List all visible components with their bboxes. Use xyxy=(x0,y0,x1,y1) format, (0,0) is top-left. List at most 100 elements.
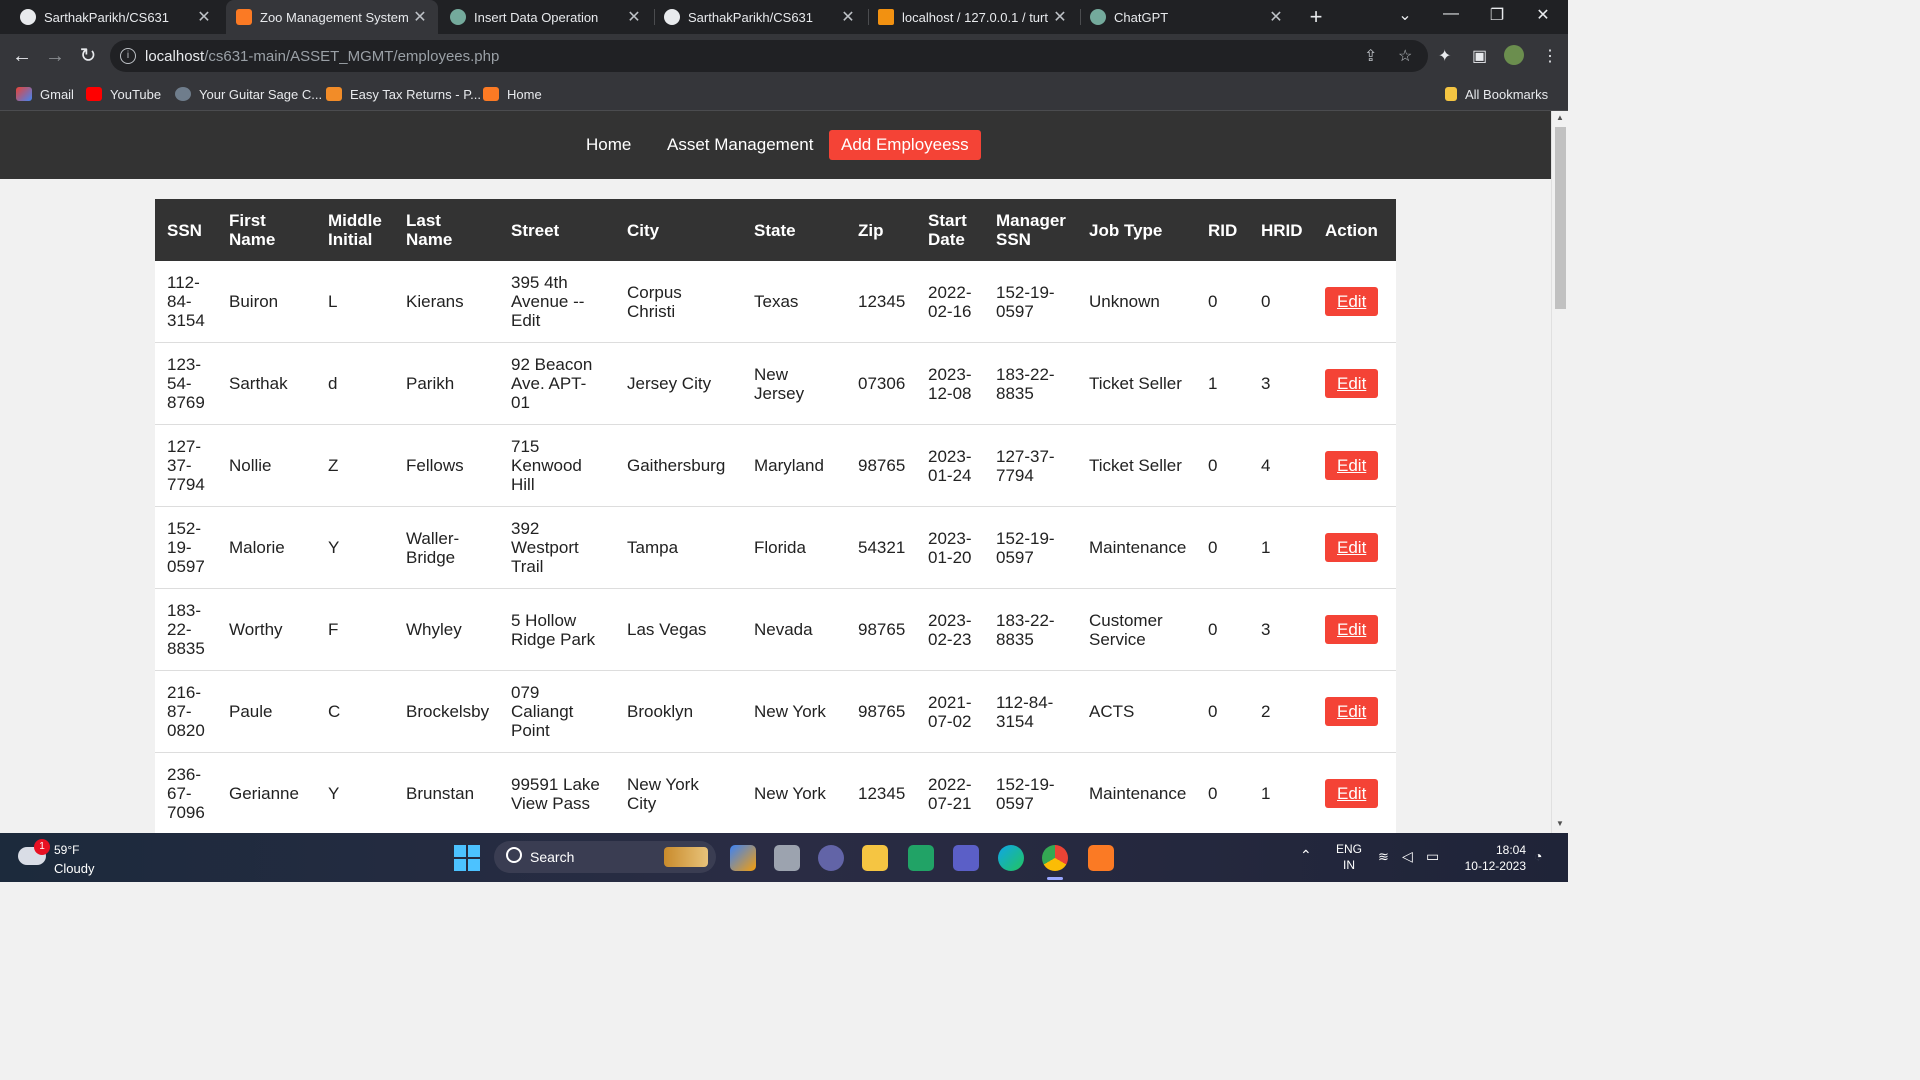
address-bar[interactable]: i localhost/cs631-main/ASSET_MGMT/employ… xyxy=(110,40,1428,72)
cell-hrid: 2 xyxy=(1249,670,1313,753)
scrollbar-thumb[interactable] xyxy=(1555,127,1566,309)
guitar-icon xyxy=(175,87,191,101)
system-clock[interactable]: 18:04 10-12-2023 xyxy=(1456,842,1526,874)
edit-button[interactable]: Edit xyxy=(1325,697,1379,726)
menu-dots-icon[interactable]: ⋮ xyxy=(1542,46,1558,66)
clock-date: 10-12-2023 xyxy=(1464,859,1526,873)
scroll-down-icon[interactable]: ▼ xyxy=(1556,819,1564,828)
bookmark-guitar-sage[interactable]: Your Guitar Sage C... xyxy=(175,85,322,103)
widgets-app-icon[interactable] xyxy=(730,845,756,871)
bookmark-label: Your Guitar Sage C... xyxy=(199,86,323,102)
url-path: /cs631-main/ASSET_MGMT/employees.php xyxy=(204,48,500,65)
task-view-icon[interactable] xyxy=(774,845,800,871)
weather-widget[interactable]: 1 59°F Cloudy xyxy=(18,839,128,877)
tab-zoo-management[interactable]: Zoo Management System ✕ xyxy=(226,0,438,34)
tab-insert-data[interactable]: Insert Data Operation ✕ xyxy=(440,0,652,34)
cell-last-name: Waller-Bridge xyxy=(394,506,499,589)
cell-rid: 0 xyxy=(1196,506,1249,589)
extensions-icon[interactable]: ✦ xyxy=(1438,46,1451,66)
cell-middle-initial: d xyxy=(316,342,394,425)
cell-first-name: Nollie xyxy=(217,424,316,507)
app-icon[interactable] xyxy=(953,845,979,871)
edit-button[interactable]: Edit xyxy=(1325,287,1379,316)
page-scrollbar[interactable]: ▲ ▼ xyxy=(1551,111,1569,833)
tab-github-2[interactable]: SarthakParikh/CS631 ✕ xyxy=(654,0,866,34)
cell-manager-ssn: 183-22-8835 xyxy=(984,588,1077,671)
close-icon[interactable]: ✕ xyxy=(1048,7,1072,27)
bookmark-star-icon[interactable]: ☆ xyxy=(1398,46,1412,66)
cell-street: 392 Westport Trail xyxy=(499,506,615,589)
cell-zip: 98765 xyxy=(846,588,916,671)
share-icon[interactable]: ⇪ xyxy=(1364,46,1377,66)
side-panel-icon[interactable]: ▣ xyxy=(1472,46,1487,66)
header-start-date: Start Date xyxy=(928,211,967,249)
cell-city: Corpus Christi xyxy=(615,261,742,343)
reload-icon[interactable]: ↻ xyxy=(74,42,102,70)
notification-bell-icon[interactable]: ◔ xyxy=(1534,848,1542,864)
edit-button[interactable]: Edit xyxy=(1325,451,1379,480)
close-icon[interactable]: ✕ xyxy=(192,7,216,27)
wifi-icon[interactable]: ≋ xyxy=(1378,849,1389,865)
cell-ssn: 216-87-0820 xyxy=(155,670,217,753)
header-action: Action xyxy=(1325,220,1378,240)
url-text[interactable]: localhost/cs631-main/ASSET_MGMT/employee… xyxy=(145,48,499,65)
bookmark-gmail[interactable]: Gmail xyxy=(16,85,74,103)
xampp-icon[interactable] xyxy=(1088,845,1114,871)
bookmark-easy-tax[interactable]: Easy Tax Returns - P... xyxy=(326,85,481,103)
chrome-icon[interactable] xyxy=(1042,845,1068,880)
close-icon[interactable]: ✕ xyxy=(1264,7,1288,27)
all-bookmarks[interactable]: All Bookmarks xyxy=(1445,85,1548,103)
scroll-up-icon[interactable]: ▲ xyxy=(1556,113,1564,122)
close-icon[interactable]: ✕ xyxy=(836,7,860,27)
nav-asset-management[interactable]: Asset Management xyxy=(655,130,825,160)
close-icon[interactable]: ✕ xyxy=(622,7,646,27)
cell-zip: 07306 xyxy=(846,342,916,425)
forward-arrow-icon[interactable]: → xyxy=(41,42,69,70)
edit-button[interactable]: Edit xyxy=(1325,533,1379,562)
tab-phpmyadmin[interactable]: localhost / 127.0.0.1 / turtl ✕ xyxy=(868,0,1078,34)
header-first-name: First Name xyxy=(229,211,276,249)
close-window-icon[interactable]: ✕ xyxy=(1528,5,1558,25)
chevron-up-icon[interactable]: ⌃ xyxy=(1300,847,1312,864)
cell-ssn: 127-37-7794 xyxy=(155,424,217,507)
gmail-icon xyxy=(16,87,32,101)
tab-github-1[interactable]: SarthakParikh/CS631 ✕ xyxy=(0,0,222,34)
volume-icon[interactable]: ◁ xyxy=(1402,848,1413,865)
bookmark-home[interactable]: Home xyxy=(483,85,542,103)
bookmark-youtube[interactable]: YouTube xyxy=(86,85,161,103)
cell-street: 5 Hollow Ridge Park xyxy=(499,588,615,671)
header-ssn: SSN xyxy=(167,220,202,240)
taskbar-search[interactable]: Search xyxy=(494,841,716,873)
tab-search-chevron-icon[interactable]: ⌄ xyxy=(1390,5,1420,25)
cell-state: New York xyxy=(742,670,846,753)
stocks-app-icon[interactable] xyxy=(908,845,934,871)
cell-state: Nevada xyxy=(742,588,846,671)
weather-condition: Cloudy xyxy=(54,861,95,876)
file-explorer-icon[interactable] xyxy=(862,845,888,871)
nav-home[interactable]: Home xyxy=(574,130,643,160)
new-tab-button[interactable]: + xyxy=(1304,4,1328,30)
back-arrow-icon[interactable]: ← xyxy=(8,42,36,70)
battery-icon[interactable]: ▭ xyxy=(1426,848,1439,865)
cell-city: Las Vegas xyxy=(615,588,742,671)
cell-hrid: 1 xyxy=(1249,752,1313,833)
site-navbar: Home Asset Management Add Employeess xyxy=(0,111,1551,179)
edge-icon[interactable] xyxy=(998,845,1024,871)
site-info-icon[interactable]: i xyxy=(120,48,136,64)
table-header-row: SSN First Name Middle Initial Last Name … xyxy=(155,199,1396,261)
nav-add-employees[interactable]: Add Employeess xyxy=(829,130,981,160)
teams-icon[interactable] xyxy=(818,845,844,871)
tab-chatgpt[interactable]: ChatGPT ✕ xyxy=(1080,0,1294,34)
close-icon[interactable]: ✕ xyxy=(408,7,432,27)
edit-button[interactable]: Edit xyxy=(1325,779,1379,808)
restore-icon[interactable]: ❐ xyxy=(1482,5,1512,25)
profile-avatar-icon[interactable] xyxy=(1504,45,1524,65)
folder-icon xyxy=(1445,87,1457,101)
minimize-icon[interactable]: — xyxy=(1436,5,1466,23)
edit-button[interactable]: Edit xyxy=(1325,615,1379,644)
cell-job-type: Ticket Seller xyxy=(1077,342,1196,425)
windows-start-icon[interactable] xyxy=(454,845,480,871)
edit-button[interactable]: Edit xyxy=(1325,369,1379,398)
language-indicator[interactable]: ENG IN xyxy=(1336,841,1362,873)
cell-hrid: 4 xyxy=(1249,424,1313,507)
